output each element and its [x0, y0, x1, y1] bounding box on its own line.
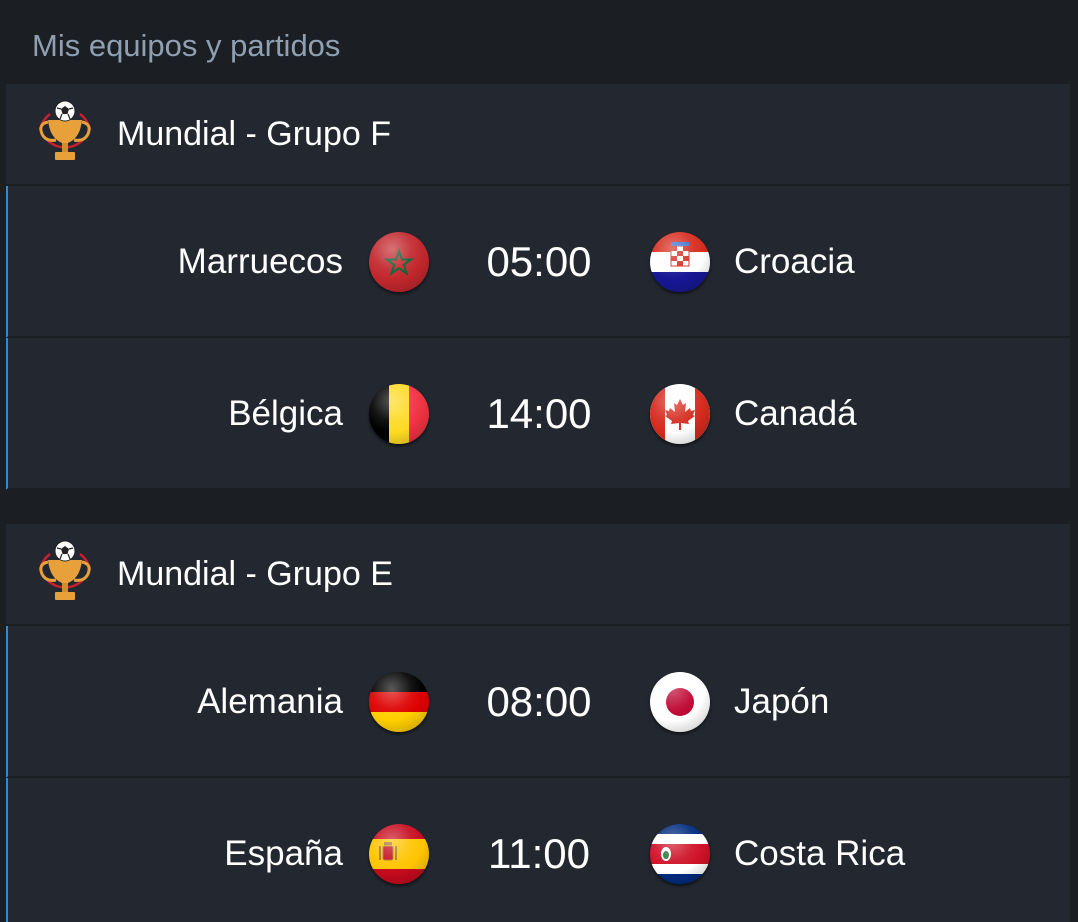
my-teams-screen: Mis equipos y partidos Mundial - Grupo F… — [0, 0, 1078, 922]
competition-group: Mundial - Grupo E Alemania 08:00 Japón E… — [6, 524, 1070, 922]
home-team-name: Bélgica — [228, 394, 343, 433]
trophy-icon — [34, 540, 96, 608]
away-team-name: Croacia — [734, 242, 855, 281]
germany-flag-icon — [369, 672, 429, 732]
match-row[interactable]: Marruecos 05:00 Croacia — [6, 186, 1070, 338]
section-title: Mis equipos y partidos — [32, 28, 341, 63]
japan-flag-icon — [650, 672, 710, 732]
match-time: 11:00 — [488, 830, 590, 877]
home-team-name: España — [224, 834, 343, 873]
belgium-flag-icon — [369, 384, 429, 444]
match-row[interactable]: Bélgica 14:00 Canadá — [6, 338, 1070, 490]
group-name: Mundial - Grupo F — [117, 115, 391, 153]
costa-rica-flag-icon — [650, 824, 710, 884]
group-header[interactable]: Mundial - Grupo E — [6, 524, 1070, 626]
canada-flag-icon — [650, 384, 710, 444]
morocco-flag-icon — [369, 232, 429, 292]
match-time: 05:00 — [486, 238, 592, 285]
match-time: 08:00 — [486, 678, 592, 725]
competition-group: Mundial - Grupo F Marruecos 05:00 Croaci… — [6, 84, 1070, 490]
home-team-name: Marruecos — [177, 242, 343, 281]
match-time: 14:00 — [486, 390, 592, 437]
trophy-icon — [34, 100, 96, 168]
match-row[interactable]: España 11:00 Costa Rica — [6, 778, 1070, 922]
group-name: Mundial - Grupo E — [117, 555, 393, 593]
group-header[interactable]: Mundial - Grupo F — [6, 84, 1070, 186]
away-team-name: Japón — [734, 682, 830, 721]
away-team-name: Canadá — [734, 394, 857, 433]
away-team-name: Costa Rica — [734, 834, 906, 873]
spain-flag-icon — [369, 824, 429, 884]
match-row[interactable]: Alemania 08:00 Japón — [6, 626, 1070, 778]
home-team-name: Alemania — [197, 682, 343, 721]
croatia-flag-icon — [650, 232, 710, 292]
